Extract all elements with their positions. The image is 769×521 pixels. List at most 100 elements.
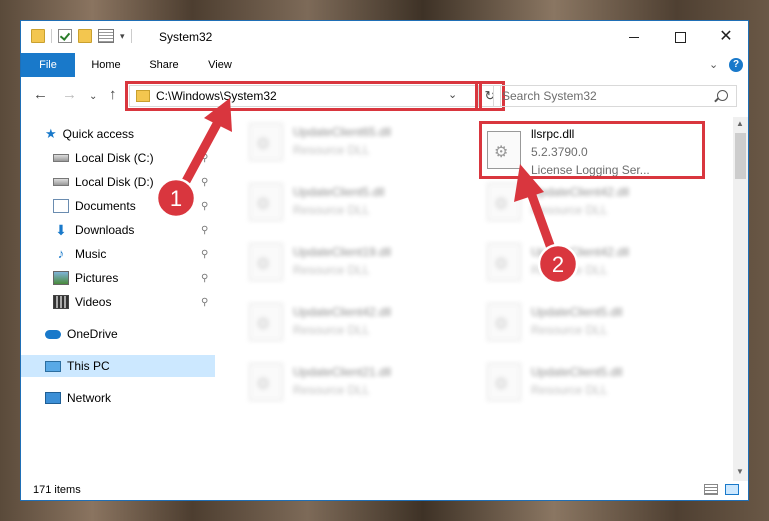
tab-view[interactable]: View	[193, 53, 247, 77]
sidebar-item-local-disk-c[interactable]: Local Disk (C:) ⚲	[53, 147, 215, 169]
download-icon: ⬇	[55, 222, 67, 238]
vertical-scrollbar[interactable]: ▲ ▼	[733, 117, 748, 481]
cloud-icon	[45, 329, 61, 339]
sidebar-item-label: Local Disk (C:)	[75, 151, 154, 165]
file-type: Resource DLL	[531, 383, 608, 397]
sidebar-item-label: Music	[75, 247, 107, 261]
new-folder-icon[interactable]	[78, 29, 92, 43]
up-button[interactable]: ↑	[109, 87, 117, 103]
file-type: Resource DLL	[293, 383, 370, 397]
file-item[interactable]: UpdateClient65.dll Resource DLL	[241, 117, 471, 167]
forward-button[interactable]: →	[62, 87, 77, 103]
sidebar-item-quick-access[interactable]: ★ Quick access	[45, 123, 239, 145]
file-item[interactable]: UpdateClient5.dll Resource DLL	[479, 297, 709, 347]
sidebar-item-pictures[interactable]: Pictures ⚲	[53, 267, 215, 289]
file-name: UpdateClient5.dll	[531, 365, 623, 379]
scroll-down-icon[interactable]: ▼	[736, 467, 744, 476]
file-name: UpdateClient5.dll	[531, 305, 623, 319]
maximize-button[interactable]	[657, 21, 703, 53]
close-button[interactable]: ✕	[703, 21, 749, 53]
dll-file-icon	[249, 243, 283, 281]
pin-icon[interactable]: ⚲	[201, 297, 208, 308]
status-bar: 171 items	[21, 481, 748, 500]
file-name: UpdateClient19.dll	[293, 245, 392, 259]
file-item[interactable]: UpdateClient42.dll Resource DLL	[241, 297, 471, 347]
search-placeholder: Search System32	[502, 89, 597, 103]
annotation-highlight-address	[125, 81, 482, 111]
music-icon: ♪	[57, 246, 65, 261]
scroll-up-icon[interactable]: ▲	[736, 119, 744, 128]
file-item[interactable]: UpdateClient5.dll Resource DLL	[479, 357, 709, 407]
sidebar-item-onedrive[interactable]: OneDrive	[45, 323, 215, 345]
file-name: UpdateClient65.dll	[293, 125, 392, 139]
properties-check-icon[interactable]	[58, 29, 72, 43]
sidebar-item-documents[interactable]: Documents ⚲	[53, 195, 215, 217]
expand-ribbon-icon[interactable]: ⌄	[709, 58, 718, 71]
navigation-pane: ★ Quick access Local Disk (C:) ⚲ Local D…	[21, 117, 217, 481]
title-bar: ▾ System32 ✕	[21, 21, 748, 53]
quick-access-toolbar: ▾	[31, 29, 132, 43]
drive-icon	[53, 178, 69, 186]
annotation-highlight-file	[479, 121, 705, 179]
file-item[interactable]: UpdateClient5.dll Resource DLL	[241, 177, 471, 227]
sidebar-item-local-disk-d[interactable]: Local Disk (D:) ⚲	[53, 171, 215, 193]
file-list: UpdateClient65.dll Resource DLL UpdateCl…	[217, 117, 733, 481]
help-icon[interactable]: ?	[729, 58, 743, 72]
recent-locations-button[interactable]: ⌄	[89, 89, 97, 105]
file-item[interactable]: UpdateClient42.dll Resource DLL	[479, 177, 709, 227]
file-type: Resource DLL	[531, 263, 608, 277]
customize-toolbar-icon[interactable]	[98, 29, 114, 43]
sidebar-item-network[interactable]: Network	[45, 387, 215, 409]
file-name: UpdateClient5.dll	[293, 185, 385, 199]
scrollbar-thumb[interactable]	[735, 133, 746, 179]
dll-file-icon	[487, 243, 521, 281]
sidebar-item-this-pc[interactable]: This PC	[21, 355, 215, 377]
dll-file-icon	[249, 183, 283, 221]
tab-file[interactable]: File	[21, 53, 75, 77]
minimize-icon	[629, 36, 639, 38]
file-item[interactable]: UpdateClient19.dll Resource DLL	[241, 237, 471, 287]
sidebar-item-music[interactable]: ♪ Music ⚲	[53, 243, 215, 265]
sidebar-item-label: Documents	[75, 199, 136, 213]
folder-icon	[31, 29, 45, 43]
pin-icon[interactable]: ⚲	[201, 201, 208, 212]
file-type: Resource DLL	[293, 143, 370, 157]
file-type: Resource DLL	[293, 203, 370, 217]
minimize-button[interactable]	[611, 21, 657, 53]
sidebar-item-videos[interactable]: Videos ⚲	[53, 291, 215, 313]
large-icons-view-icon[interactable]	[725, 484, 739, 495]
pin-icon[interactable]: ⚲	[201, 177, 208, 188]
pin-icon[interactable]: ⚲	[201, 249, 208, 260]
documents-icon	[53, 199, 69, 213]
network-icon	[45, 392, 61, 404]
sidebar-item-label: Videos	[75, 295, 112, 309]
ribbon: File Home Share View ⌄ ?	[21, 53, 748, 78]
pictures-icon	[53, 271, 69, 285]
item-count: 171 items	[33, 484, 81, 496]
sidebar-item-label: Pictures	[75, 271, 119, 285]
tab-home[interactable]: Home	[79, 53, 133, 77]
pin-icon[interactable]: ⚲	[201, 225, 208, 236]
details-view-icon[interactable]	[704, 484, 718, 495]
search-icon[interactable]	[717, 90, 728, 101]
divider	[51, 29, 52, 43]
file-item[interactable]: UpdateClient42.dll Resource DLL	[479, 237, 709, 287]
dll-file-icon	[249, 303, 283, 341]
tab-share[interactable]: Share	[137, 53, 191, 77]
pin-icon[interactable]: ⚲	[201, 273, 208, 284]
file-item[interactable]: UpdateClient21.dll Resource DLL	[241, 357, 471, 407]
sidebar-item-downloads[interactable]: ⬇ Downloads ⚲	[53, 219, 215, 241]
file-type: Resource DLL	[531, 203, 608, 217]
sidebar-item-label: Local Disk (D:)	[75, 175, 154, 189]
search-input[interactable]: Search System32	[493, 85, 737, 107]
dll-file-icon	[249, 123, 283, 161]
back-button[interactable]: ←	[33, 87, 48, 103]
maximize-icon	[674, 31, 686, 43]
dll-file-icon	[249, 363, 283, 401]
qat-dropdown-icon[interactable]: ▾	[120, 31, 125, 42]
pin-icon[interactable]: ⚲	[201, 153, 208, 164]
file-type: Resource DLL	[531, 323, 608, 337]
sidebar-item-label: Downloads	[75, 223, 135, 237]
sidebar-item-label: This PC	[67, 359, 110, 373]
file-name: UpdateClient42.dll	[531, 185, 630, 199]
